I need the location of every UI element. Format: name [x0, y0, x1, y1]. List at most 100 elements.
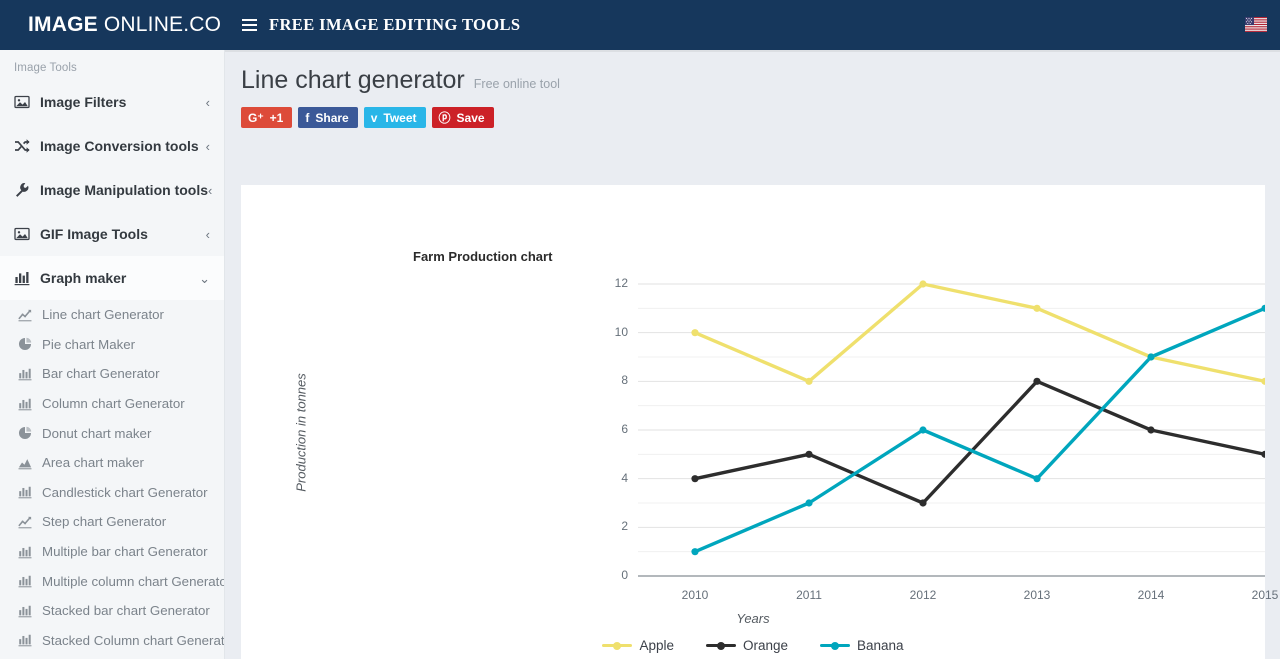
y-tick-label: 0: [621, 568, 628, 582]
app-header: IMAGE ONLINE.CO FREE IMAGE EDITING TOOLS: [0, 0, 1280, 50]
image-icon: [14, 226, 40, 242]
chevron-left-icon[interactable]: ‹: [206, 96, 210, 109]
google-plus-share-button[interactable]: G⁺ +1: [241, 107, 293, 128]
legend-item-banana[interactable]: Banana: [820, 638, 904, 653]
chevron-left-icon[interactable]: ‹: [208, 184, 212, 197]
facebook-icon: f: [305, 110, 310, 125]
y-tick-label: 10: [614, 324, 628, 339]
sidebar-item-label: Stacked bar chart Generator: [42, 603, 210, 619]
x-tick-label: 2011: [796, 588, 822, 602]
chevron-left-icon[interactable]: ‹: [206, 140, 210, 153]
nav-left: FREE IMAGE EDITING TOOLS: [225, 15, 521, 35]
sidebar-sub-list: Line chart Generator Pie chart Maker Bar c…: [0, 300, 224, 655]
page-title: Line chart generator: [241, 66, 465, 94]
legend-item-orange[interactable]: Orange: [705, 638, 788, 653]
sidebar-item-label: Multiple bar chart Generator: [42, 544, 208, 560]
sidebar-item-stacked-bar-chart-generator[interactable]: Stacked bar chart Generator: [0, 596, 224, 626]
legend-item-apple[interactable]: Apple: [602, 638, 674, 653]
sidebar-item-label: Pie chart Maker: [42, 336, 136, 352]
sidebar-item-label: Column chart Generator: [42, 396, 185, 412]
sidebar-item-label: Step chart Generator: [42, 514, 167, 530]
nav-title: FREE IMAGE EDITING TOOLS: [269, 15, 521, 34]
twitter-share-button[interactable]: ᴠ Tweet: [363, 107, 426, 128]
social-button-label: Tweet: [383, 110, 417, 125]
bar-chart-icon: [14, 270, 40, 286]
y-tick-label: 4: [621, 470, 628, 485]
chevron-left-icon[interactable]: ‹: [206, 228, 210, 241]
sidebar-item-label: Bar chart Generator: [42, 366, 160, 382]
sidebar-group-label: Image Conversion tools: [40, 138, 199, 154]
hamburger-icon[interactable]: [242, 19, 257, 31]
y-tick-label: 8: [621, 373, 628, 388]
sidebar-item-stacked-column-chart-generato[interactable]: Stacked Column chart Generato: [0, 626, 224, 656]
sidebar-item-label: Stacked Column chart Generato: [42, 632, 224, 648]
sidebar-item-label: Line chart Generator: [42, 307, 164, 323]
line-chart-icon: [18, 308, 42, 322]
chart-legend: Apple Orange Banana: [241, 638, 1265, 653]
chevron-down-icon[interactable]: ⌄: [199, 272, 210, 285]
brand-light: ONLINE.CO: [97, 13, 222, 36]
x-tick-label: 2014: [1137, 588, 1165, 602]
sidebar-group-image-filters[interactable]: Image Filters ‹: [0, 80, 224, 124]
legend-label: Apple: [639, 638, 674, 653]
us-flag-icon[interactable]: [1245, 17, 1267, 32]
sidebar-item-bar-chart-generator[interactable]: Bar chart Generator: [0, 359, 224, 389]
sidebar-item-label: Donut chart maker: [42, 425, 152, 441]
y-tick-label: 2: [621, 519, 628, 534]
area-chart-icon: [18, 456, 42, 470]
legend-swatch: [705, 640, 736, 652]
y-tick-label: 6: [621, 422, 628, 436]
legend-swatch: [602, 640, 633, 652]
main-content: Line chart generator Free online tool G⁺…: [225, 50, 1280, 659]
social-button-label: Save: [456, 110, 485, 125]
page-subtitle: Free online tool: [473, 77, 560, 91]
y-tick-label: 12: [614, 276, 628, 290]
sidebar-item-pie-chart-maker[interactable]: Pie chart Maker: [0, 330, 224, 360]
pie-chart-icon: [18, 426, 42, 440]
bar-chart-icon: [18, 485, 42, 499]
chart-panel: Farm Production chart Production in tonn…: [241, 185, 1279, 659]
sidebar-heading: Image Tools: [14, 62, 77, 74]
chart-x-axis-label: Years: [736, 611, 770, 626]
pie-chart-icon: [18, 337, 42, 351]
sidebar-group-label: Graph maker: [40, 270, 127, 286]
sidebar: Image Tools Image Filters ‹ Image Conversi…: [0, 50, 225, 659]
sidebar-group-graph-maker[interactable]: Graph maker ⌄: [0, 256, 224, 300]
legend-label: Orange: [742, 638, 788, 653]
bar-chart-icon: [18, 545, 42, 559]
x-tick-label: 2010: [681, 588, 709, 602]
x-tick-label: 2013: [1023, 588, 1051, 602]
facebook-share-button[interactable]: f Share: [298, 107, 358, 128]
sidebar-item-step-chart-generator[interactable]: Step chart Generator: [0, 507, 224, 537]
sidebar-item-multiple-bar-chart-generator[interactable]: Multiple bar chart Generator: [0, 537, 224, 567]
line-chart: Farm Production chart Production in tonn…: [241, 185, 1279, 659]
sidebar-group-label: Image Filters: [40, 94, 127, 110]
shuffle-icon: [14, 138, 40, 154]
social-button-label: +1: [269, 110, 284, 125]
social-share-bar: G⁺ +1 f Share ᴠ Tweet ⓟ Save: [225, 95, 1280, 128]
social-button-label: Share: [315, 110, 349, 125]
brand-logo[interactable]: IMAGE ONLINE.CO: [0, 13, 225, 37]
sidebar-item-label: Multiple column chart Generato: [42, 573, 224, 589]
twitter-icon: ᴠ: [370, 110, 378, 125]
sidebar-group-label: Image Manipulation tools: [40, 182, 209, 198]
google-plus-icon: G⁺: [248, 110, 264, 125]
bar-chart-icon: [18, 367, 42, 381]
sidebar-item-donut-chart-maker[interactable]: Donut chart maker: [0, 418, 224, 448]
sidebar-item-column-chart-generator[interactable]: Column chart Generator: [0, 389, 224, 419]
sidebar-group-image-manipulation-tools[interactable]: Image Manipulation tools ‹: [0, 168, 224, 212]
bar-chart-icon: [18, 633, 42, 647]
legend-label: Banana: [857, 638, 904, 653]
bar-chart-icon: [18, 604, 42, 618]
sidebar-group-gif-image-tools[interactable]: GIF Image Tools ‹: [0, 212, 224, 256]
sidebar-group-image-conversion-tools[interactable]: Image Conversion tools ‹: [0, 124, 224, 168]
sidebar-item-multiple-column-chart-generato[interactable]: Multiple column chart Generato: [0, 566, 224, 596]
bar-chart-icon: [18, 574, 42, 588]
sidebar-item-line-chart-generator[interactable]: Line chart Generator: [0, 300, 224, 330]
sidebar-item-label: Area chart maker: [42, 455, 144, 471]
sidebar-item-area-chart-maker[interactable]: Area chart maker: [0, 448, 224, 478]
image-icon: [14, 94, 40, 110]
bar-chart-icon: [18, 397, 42, 411]
sidebar-item-candlestick-chart-generator[interactable]: Candlestick chart Generator: [0, 478, 224, 508]
pinterest-share-button[interactable]: ⓟ Save: [431, 107, 494, 128]
